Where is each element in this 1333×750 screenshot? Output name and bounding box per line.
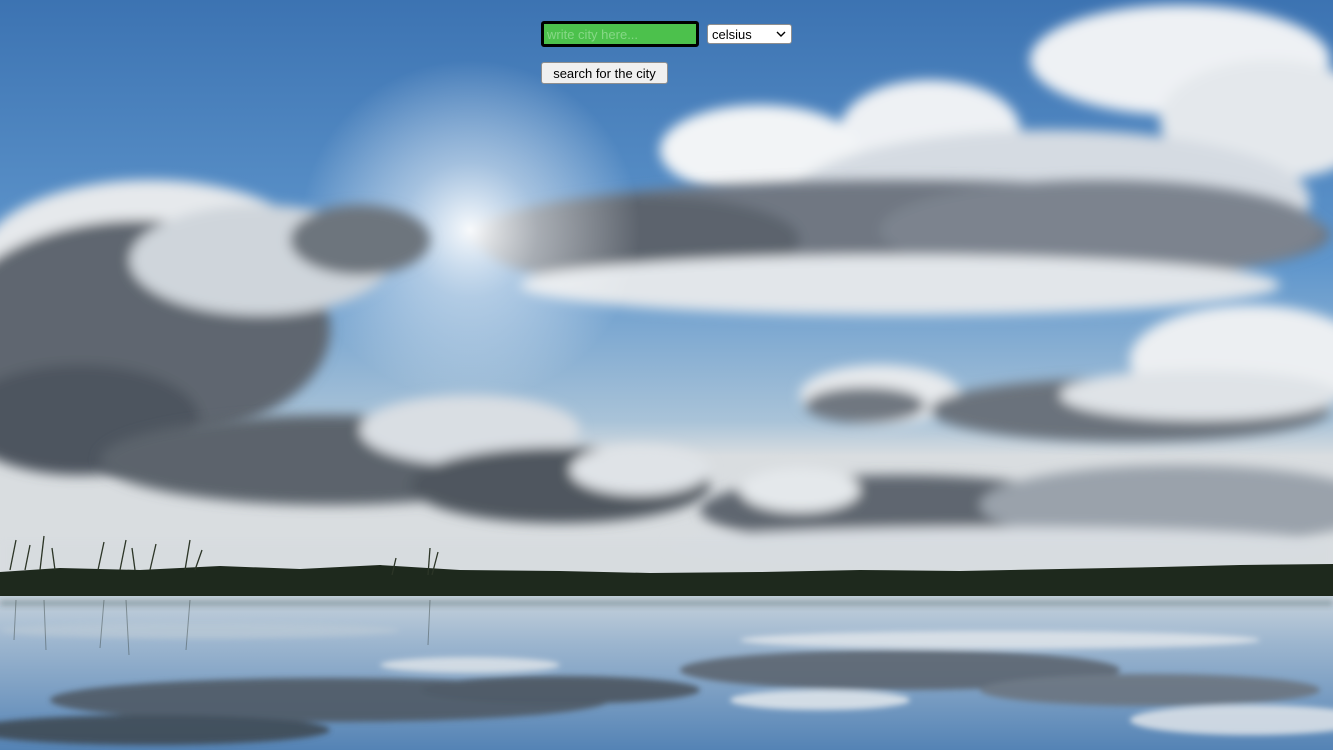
unit-select-value: celsius xyxy=(712,26,752,42)
unit-select[interactable]: celsius xyxy=(707,24,792,44)
chevron-down-icon xyxy=(776,31,786,37)
search-controls: celsius search for the city xyxy=(0,0,1333,100)
sky-lake-image xyxy=(0,0,1333,750)
search-city-button[interactable]: search for the city xyxy=(541,62,668,84)
background-landscape xyxy=(0,0,1333,750)
city-search-input[interactable] xyxy=(541,21,699,47)
